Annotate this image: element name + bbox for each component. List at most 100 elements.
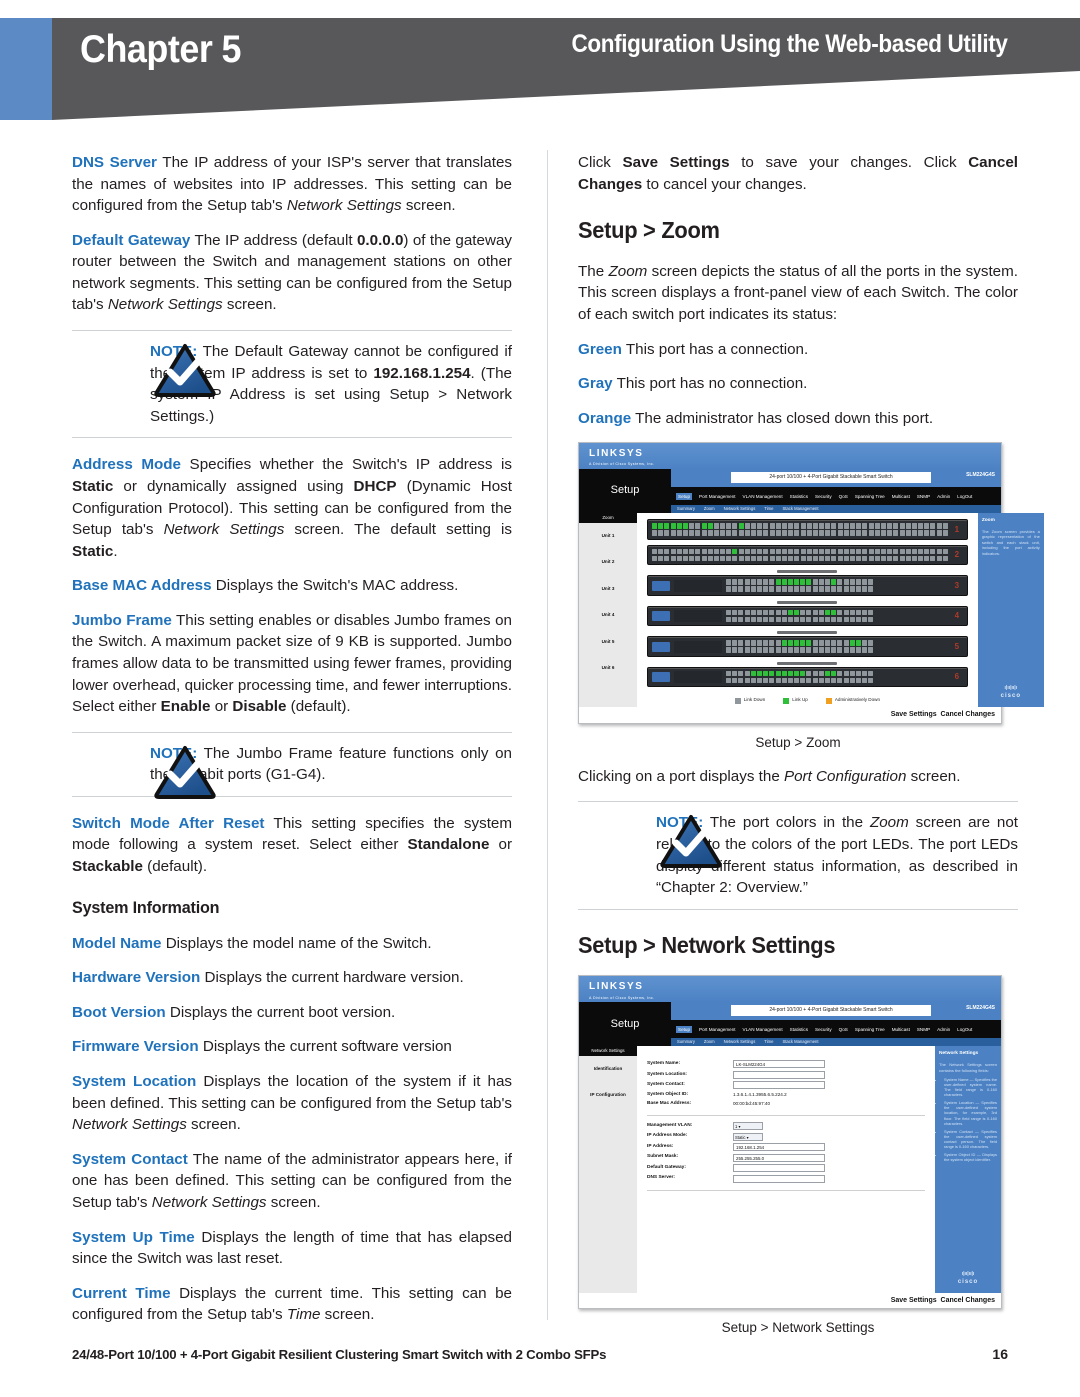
switch-port[interactable] [756, 677, 762, 684]
switch-port[interactable] [818, 609, 824, 616]
switch-port[interactable] [756, 616, 762, 623]
switch-port[interactable] [787, 647, 793, 653]
switch-port[interactable] [781, 677, 787, 684]
switch-port[interactable] [862, 616, 868, 623]
switch-port[interactable] [911, 548, 917, 555]
netset-main-menu[interactable]: Setup Port Management VLAN Management Stati… [671, 1020, 1001, 1039]
sidebar-item-unit-5[interactable]: Unit 5 [579, 629, 637, 656]
switch-port[interactable] [855, 579, 861, 585]
switch-port[interactable] [800, 677, 806, 684]
switch-port[interactable] [763, 530, 769, 536]
switch-port[interactable] [849, 579, 855, 585]
switch-port[interactable] [862, 670, 868, 677]
switch-port[interactable] [930, 523, 936, 529]
switch-port[interactable] [800, 579, 806, 585]
switch-port[interactable] [769, 647, 775, 653]
switch-port[interactable] [849, 647, 855, 653]
switch-port[interactable] [769, 640, 775, 646]
switch-unit-panel[interactable]: 5 [647, 636, 968, 657]
switch-port[interactable] [812, 579, 818, 585]
menu-item-admin[interactable]: Admin [937, 1027, 950, 1032]
switch-port[interactable] [831, 647, 837, 653]
switch-port[interactable] [862, 548, 868, 555]
switch-port[interactable] [825, 616, 830, 623]
sidebar-item-unit-4[interactable]: Unit 4 [579, 602, 637, 629]
switch-port[interactable] [787, 586, 793, 592]
switch-port[interactable] [695, 523, 701, 529]
switch-port[interactable] [880, 548, 886, 555]
switch-port[interactable] [744, 677, 750, 684]
switch-port[interactable] [744, 670, 750, 677]
switch-port[interactable] [924, 548, 930, 555]
switch-port[interactable] [775, 555, 781, 562]
switch-port[interactable] [738, 548, 744, 555]
switch-port[interactable] [787, 677, 793, 684]
switch-port[interactable] [818, 640, 824, 646]
switch-port[interactable] [726, 523, 732, 529]
form-input[interactable] [733, 1164, 825, 1173]
switch-port[interactable] [806, 555, 812, 562]
switch-port[interactable] [911, 530, 917, 536]
switch-port[interactable] [818, 586, 824, 592]
submenu-item-time[interactable]: Time [764, 1039, 773, 1045]
menu-item-logout[interactable]: LogOut [957, 494, 972, 499]
switch-port[interactable] [713, 523, 719, 529]
switch-port[interactable] [750, 677, 756, 684]
switch-port[interactable] [831, 586, 837, 592]
switch-port[interactable] [744, 530, 750, 536]
switch-port[interactable] [812, 586, 818, 592]
switch-port[interactable] [713, 530, 719, 536]
menu-item-vlan-management[interactable]: VLAN Management [743, 494, 783, 499]
menu-item-multicast[interactable]: Multicast [892, 1027, 910, 1032]
menu-item-port-management[interactable]: Port Management [699, 494, 736, 499]
switch-port[interactable] [658, 548, 664, 555]
switch-port[interactable] [775, 579, 781, 585]
switch-port[interactable] [812, 640, 818, 646]
switch-port[interactable] [924, 523, 930, 529]
switch-port[interactable] [843, 670, 849, 677]
netset-cancel-changes-button[interactable]: Cancel Changes [941, 1297, 995, 1304]
switch-port[interactable] [757, 548, 763, 555]
switch-port[interactable] [775, 530, 781, 536]
switch-port[interactable] [831, 677, 837, 684]
switch-port[interactable] [744, 616, 750, 623]
switch-port[interactable] [868, 530, 874, 536]
switch-port[interactable] [837, 555, 843, 562]
switch-port[interactable] [788, 530, 794, 536]
switch-port[interactable] [756, 609, 762, 616]
switch-port[interactable] [825, 555, 831, 562]
switch-port[interactable] [936, 530, 942, 536]
switch-port[interactable] [905, 555, 911, 562]
submenu-item-summary[interactable]: Summary [677, 1039, 695, 1045]
switch-port[interactable] [769, 530, 775, 536]
switch-port[interactable] [843, 530, 849, 536]
switch-port[interactable] [720, 530, 726, 536]
switch-port[interactable] [732, 548, 738, 555]
switch-port[interactable] [849, 640, 855, 646]
switch-port[interactable] [855, 609, 861, 616]
switch-port[interactable] [676, 523, 682, 529]
switch-port[interactable] [812, 609, 818, 616]
switch-port[interactable] [855, 677, 861, 684]
switch-port[interactable] [781, 586, 787, 592]
switch-port[interactable] [763, 677, 769, 684]
switch-port[interactable] [756, 640, 762, 646]
menu-item-spanning-tree[interactable]: Spanning Tree [855, 1027, 885, 1032]
switch-port[interactable] [868, 586, 874, 592]
switch-port[interactable] [750, 609, 756, 616]
switch-port[interactable] [930, 548, 936, 555]
switch-port[interactable] [756, 647, 762, 653]
switch-port[interactable] [825, 523, 831, 529]
switch-unit-panel[interactable]: 3 [647, 575, 968, 596]
switch-port[interactable] [874, 530, 880, 536]
netset-setup-tab[interactable]: Setup [579, 1002, 671, 1047]
switch-port[interactable] [868, 677, 874, 684]
switch-port[interactable] [918, 555, 924, 562]
switch-port[interactable] [652, 530, 657, 536]
switch-port[interactable] [850, 555, 855, 562]
switch-port[interactable] [942, 523, 948, 529]
switch-port[interactable] [732, 609, 738, 616]
switch-port[interactable] [837, 548, 843, 555]
switch-port[interactable] [942, 548, 948, 555]
switch-port[interactable] [794, 616, 800, 623]
